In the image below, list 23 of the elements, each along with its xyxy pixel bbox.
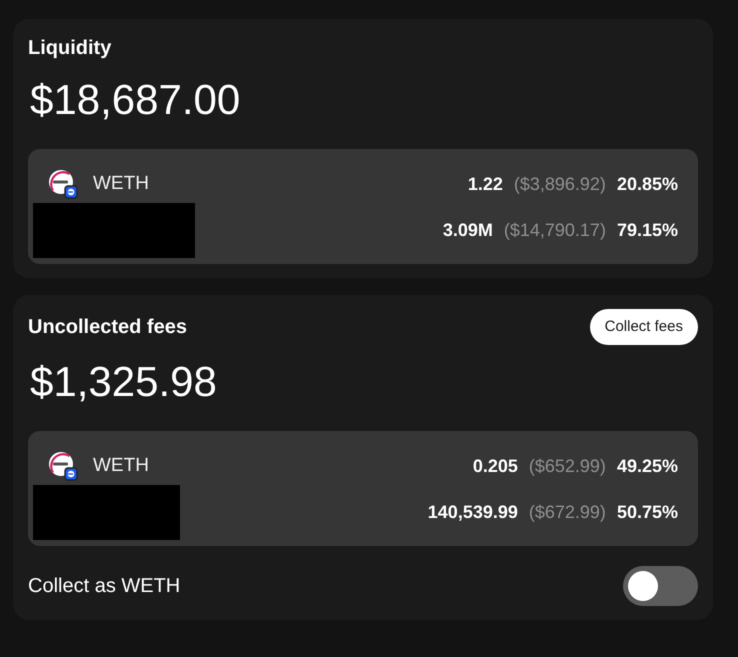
coin-icon [48,169,78,199]
usd-value: ($3,896.92) [514,174,606,194]
usd-value: ($672.99) [528,502,606,523]
usd-value: ($14,790.17) [504,220,606,241]
total-amount: $18,687.00 [29,76,242,124]
section-title: Liquidity [28,36,112,61]
token-quantity: 1.22 [468,174,503,194]
token-quantity: 3.09M [442,220,493,241]
token-quantity: 0.205 [472,456,518,476]
share-percent: 79.15% [616,220,678,241]
token-quantity: 140,539.99 [428,502,518,523]
usd-value: ($652.99) [528,456,606,476]
token-symbol: WETH [93,455,149,477]
toggle-switch[interactable] [623,566,698,606]
share-percent: 49.25% [616,456,678,476]
section-title: Uncollected fees [28,315,187,340]
toggle-label: Collect as WETH [28,574,180,598]
share-percent: 50.75% [616,502,678,523]
token-symbol: WETH [93,173,149,195]
coin-icon [48,451,78,481]
total-amount: $1,325.98 [29,358,218,406]
share-percent: 20.85% [616,174,678,194]
collect-button[interactable]: Collect fees [590,309,698,345]
